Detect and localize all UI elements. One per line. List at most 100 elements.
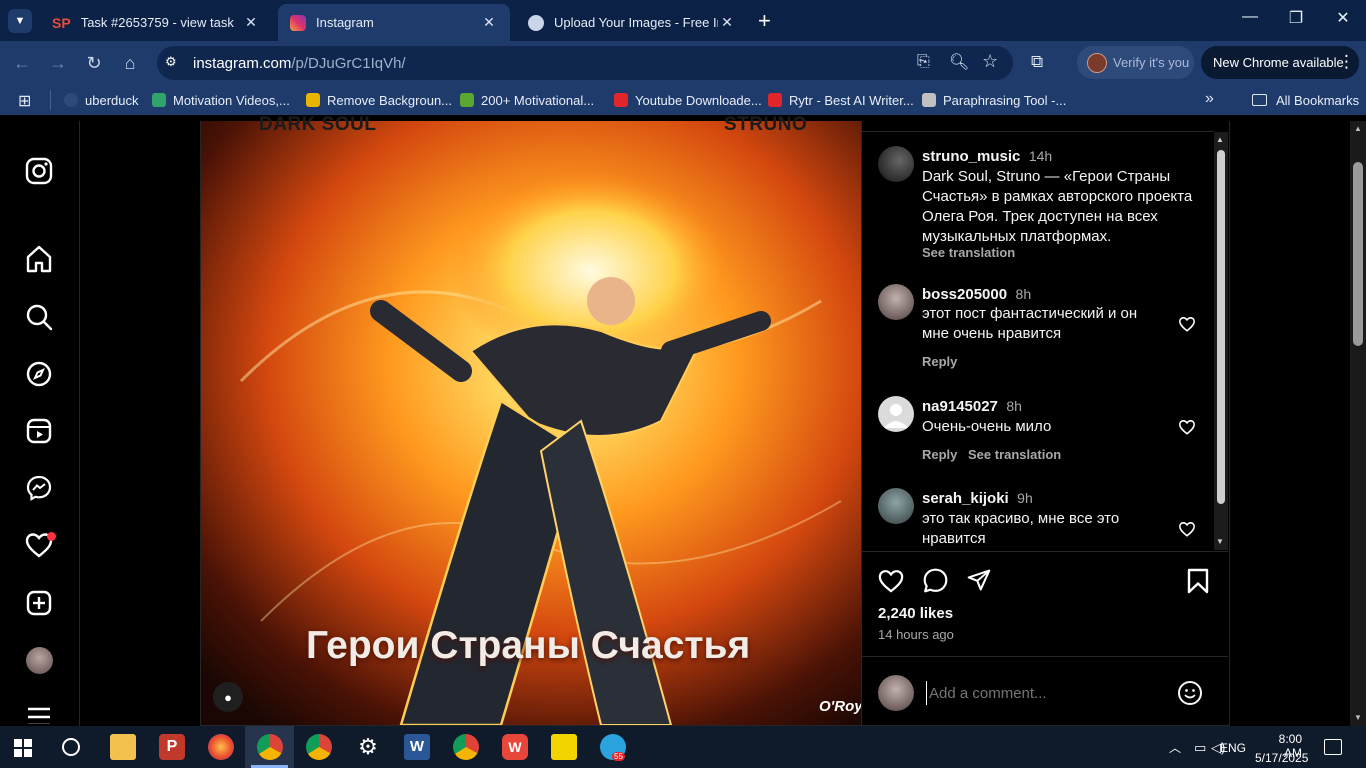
scroll-down-arrow-icon[interactable]: ▼ bbox=[1216, 537, 1224, 546]
bookmark-item[interactable]: Rytr - Best AI Writer... bbox=[768, 91, 914, 109]
url-path: /p/DJuGrC1IqVh/ bbox=[291, 55, 406, 72]
back-arrow-icon[interactable]: ← bbox=[10, 51, 34, 75]
language-indicator[interactable]: ENG bbox=[1220, 741, 1246, 755]
comment-avatar[interactable] bbox=[878, 488, 914, 524]
image-text-struno: STRUNO bbox=[724, 114, 808, 135]
wps-office-icon[interactable]: W bbox=[502, 734, 528, 760]
comment-username[interactable]: serah_kijoki bbox=[922, 490, 1009, 507]
chrome-active-icon[interactable] bbox=[257, 734, 283, 760]
bookmark-favicon bbox=[64, 93, 78, 107]
save-bookmark-icon[interactable] bbox=[1186, 568, 1210, 594]
bookmark-favicon bbox=[306, 93, 320, 107]
page-scrollbar-thumb[interactable] bbox=[1353, 162, 1363, 346]
bookmark-favicon bbox=[922, 93, 936, 107]
like-heart-icon[interactable] bbox=[877, 567, 905, 593]
comment-reply[interactable]: Reply bbox=[922, 447, 957, 462]
network-icon[interactable]: ▭ bbox=[1194, 740, 1206, 756]
caption-avatar[interactable] bbox=[878, 146, 914, 182]
exness-icon[interactable] bbox=[551, 734, 577, 760]
tab-upload[interactable]: Upload Your Images - Free Imag ✕ bbox=[516, 4, 748, 41]
profile-avatar[interactable] bbox=[26, 647, 53, 674]
tagged-user-button[interactable]: ● bbox=[213, 682, 243, 712]
reload-icon[interactable]: ↻ bbox=[82, 51, 106, 75]
add-comment-input[interactable] bbox=[926, 681, 1166, 705]
bookmark-favicon bbox=[614, 93, 628, 107]
likes-count[interactable]: 2,240 likes bbox=[878, 605, 953, 622]
comments-scrollbar-thumb[interactable] bbox=[1217, 150, 1225, 504]
caption-see-translation[interactable]: See translation bbox=[922, 245, 1015, 260]
home-icon[interactable]: ⌂ bbox=[118, 51, 142, 75]
close-window-icon[interactable]: ✕ bbox=[1331, 8, 1355, 28]
bookmark-star-icon[interactable]: ☆ bbox=[982, 51, 998, 72]
comment-reply[interactable]: Reply bbox=[922, 354, 957, 369]
app-p-icon[interactable]: P bbox=[159, 734, 185, 760]
settings-gear-icon[interactable]: ⚙ bbox=[355, 734, 381, 760]
restore-icon[interactable]: ❐ bbox=[1284, 8, 1308, 28]
cortana-search-icon[interactable] bbox=[62, 738, 80, 756]
notification-center-icon[interactable] bbox=[1324, 739, 1342, 755]
chrome-profile-icon[interactable] bbox=[453, 734, 479, 760]
close-icon[interactable]: ✕ bbox=[480, 14, 498, 31]
caption-username[interactable]: struno_music bbox=[922, 148, 1020, 165]
new-tab-button[interactable]: + bbox=[758, 8, 771, 34]
bookmark-label: 200+ Motivational... bbox=[481, 92, 595, 108]
apps-grid-icon[interactable]: ⊞ bbox=[18, 91, 31, 111]
bookmarks-divider bbox=[50, 90, 51, 110]
tab-title: Instagram bbox=[316, 15, 374, 30]
messenger-icon[interactable] bbox=[24, 473, 54, 503]
extensions-icon[interactable]: ⧉ bbox=[1031, 52, 1043, 72]
tab-search-button[interactable]: ▼ bbox=[8, 9, 32, 33]
install-app-icon[interactable]: ⎘ bbox=[917, 53, 930, 71]
url-text[interactable]: instagram.com/p/DJuGrC1IqVh/ bbox=[193, 55, 406, 72]
bookmark-item[interactable]: 200+ Motivational... bbox=[460, 91, 594, 109]
bookmarks-overflow-icon[interactable]: » bbox=[1205, 90, 1214, 108]
like-heart-icon[interactable] bbox=[1178, 315, 1196, 332]
clock-date[interactable]: 5/17/2025 bbox=[1255, 751, 1308, 765]
tray-chevron-up-icon[interactable]: ︿ bbox=[1169, 739, 1181, 756]
instagram-logo-icon[interactable] bbox=[24, 156, 54, 186]
emoji-smiley-icon[interactable] bbox=[1177, 680, 1203, 706]
home-icon[interactable] bbox=[24, 244, 54, 274]
bookmark-item[interactable]: Youtube Downloade... bbox=[614, 91, 762, 109]
bookmark-item[interactable]: Motivation Videos,... bbox=[152, 91, 290, 109]
telegram-badge: 55 bbox=[612, 752, 625, 761]
comment-bubble-icon[interactable] bbox=[922, 567, 949, 594]
word-icon[interactable]: W bbox=[404, 734, 430, 760]
comment-avatar[interactable] bbox=[878, 284, 914, 320]
comment-avatar[interactable] bbox=[878, 396, 914, 432]
chrome-icon[interactable] bbox=[306, 734, 332, 760]
close-icon[interactable]: ✕ bbox=[242, 14, 260, 31]
bookmark-item[interactable]: Remove Backgroun... bbox=[306, 91, 452, 109]
file-explorer-icon[interactable] bbox=[110, 734, 136, 760]
close-icon[interactable]: ✕ bbox=[718, 14, 736, 31]
more-menu-icon[interactable] bbox=[24, 704, 54, 724]
forward-arrow-icon[interactable]: → bbox=[46, 51, 70, 75]
reels-icon[interactable] bbox=[24, 416, 54, 446]
scroll-up-arrow-icon[interactable]: ▲ bbox=[1216, 135, 1224, 144]
url-host: instagram.com bbox=[193, 55, 292, 72]
tab-task[interactable]: SP Task #2653759 - view task ✕ bbox=[40, 4, 272, 41]
site-info-icon[interactable]: ⚙ bbox=[165, 54, 181, 70]
zoom-icon[interactable]: 🔍︎ bbox=[949, 52, 969, 72]
tab-instagram[interactable]: Instagram ✕ bbox=[278, 4, 510, 41]
bookmark-item[interactable]: uberduck bbox=[64, 91, 138, 109]
comment-username[interactable]: boss205000 bbox=[922, 286, 1007, 303]
comment-header: boss205000 8h bbox=[922, 286, 1031, 304]
comment-see-translation[interactable]: See translation bbox=[968, 447, 1061, 462]
search-icon[interactable] bbox=[24, 302, 54, 332]
windows-start-icon[interactable] bbox=[14, 739, 32, 757]
like-heart-icon[interactable] bbox=[1178, 418, 1196, 435]
explore-compass-icon[interactable] bbox=[24, 359, 54, 389]
like-heart-icon[interactable] bbox=[1178, 520, 1196, 537]
create-plus-icon[interactable] bbox=[24, 588, 54, 618]
firefox-icon[interactable] bbox=[208, 734, 234, 760]
share-send-icon[interactable] bbox=[966, 568, 992, 592]
scroll-up-arrow-icon[interactable]: ▲ bbox=[1354, 124, 1362, 133]
menu-kebab-icon[interactable]: ⋮ bbox=[1338, 52, 1355, 72]
notification-dot bbox=[47, 532, 56, 541]
all-bookmarks[interactable]: All Bookmarks bbox=[1252, 91, 1359, 109]
bookmark-item[interactable]: Paraphrasing Tool -... bbox=[922, 91, 1066, 109]
comment-username[interactable]: na9145027 bbox=[922, 398, 998, 415]
scroll-down-arrow-icon[interactable]: ▼ bbox=[1354, 713, 1362, 722]
minimize-icon[interactable]: — bbox=[1238, 8, 1262, 26]
